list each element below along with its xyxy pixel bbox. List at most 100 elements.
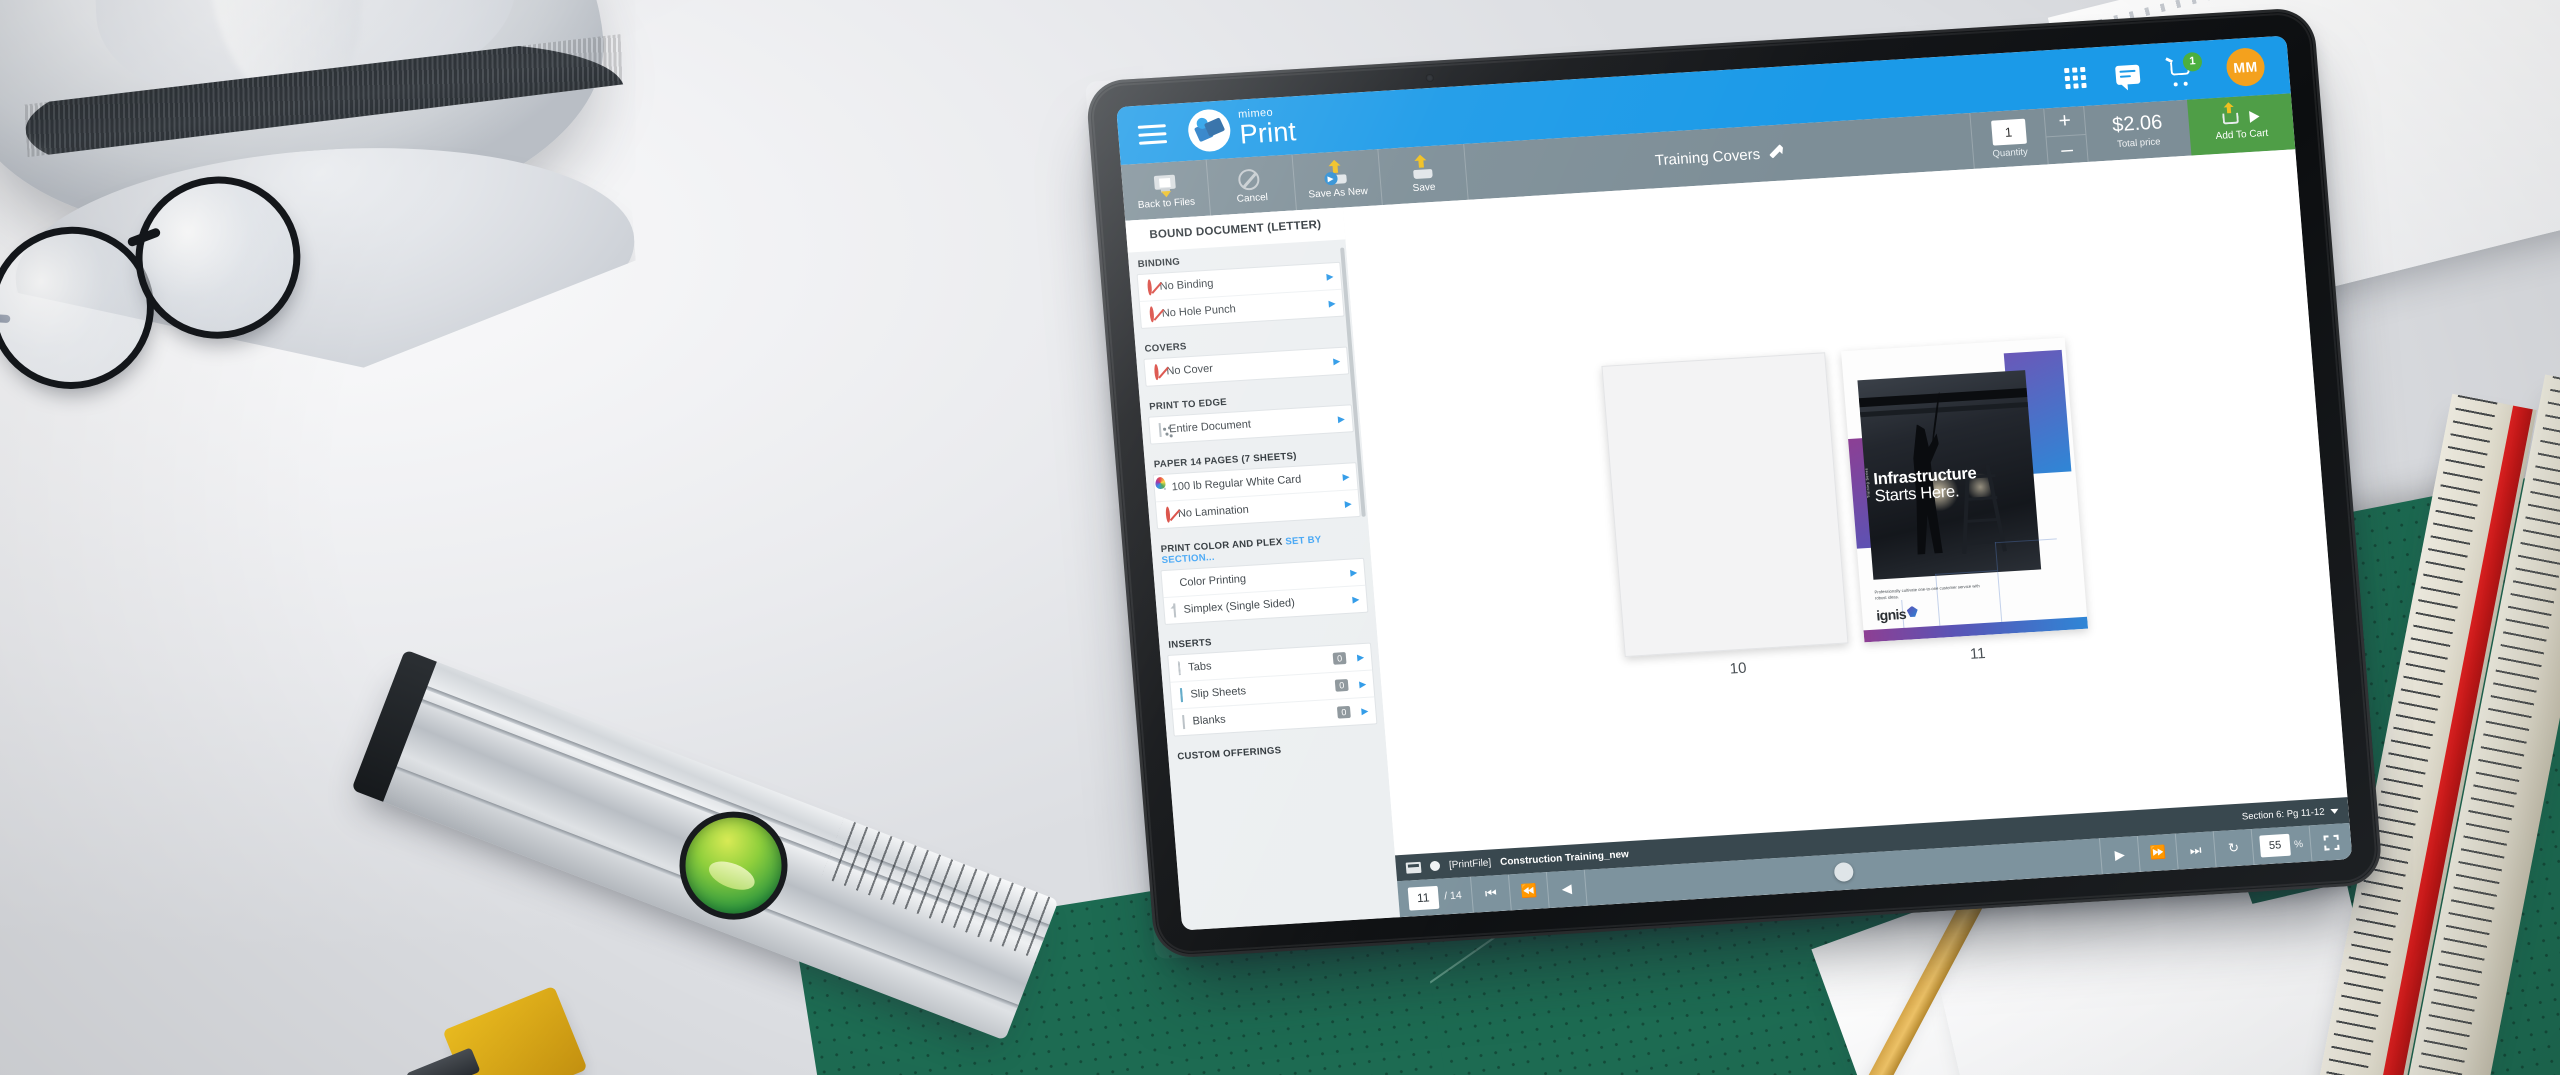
user-avatar[interactable]: MM [2225, 47, 2267, 88]
quantity-increment-button[interactable]: + [2044, 106, 2086, 137]
chevron-right-icon[interactable]: ▶ [1350, 567, 1358, 578]
blanks-icon [1182, 715, 1186, 730]
add-to-cart-icon [2221, 106, 2261, 127]
brand-logo[interactable]: mimeo Print [1186, 104, 1298, 153]
group-label: PRINT TO EDGE [1148, 396, 1228, 413]
rewind-button[interactable]: ⏪ [1508, 872, 1550, 911]
section-selector[interactable]: Section 6: Pg 11-12 [2241, 805, 2339, 823]
blank-page [1601, 351, 1849, 657]
back-to-files-icon [1152, 174, 1179, 198]
option-count: 0 [1336, 705, 1351, 719]
cover-logo-text: ignis [1875, 605, 1907, 624]
option-label: No Cover [1165, 362, 1214, 378]
chat-icon[interactable] [2115, 64, 2141, 85]
previous-page-button[interactable]: ◀ [1546, 869, 1588, 909]
group-label: COVERS [1144, 341, 1188, 355]
option-label: Tabs [1187, 660, 1212, 674]
back-to-files-label: Back to Files [1137, 196, 1196, 211]
apps-grid-icon[interactable] [2064, 66, 2087, 89]
no-hole-punch-icon [1149, 306, 1155, 323]
option-label: Simplex (Single Sided) [1183, 597, 1296, 616]
back-to-files-button[interactable]: Back to Files [1120, 159, 1212, 221]
total-price-label: Total price [2116, 136, 2161, 151]
quantity-field[interactable]: 1 Quantity [1969, 108, 2048, 169]
page-number-right: 11 [1969, 644, 1987, 663]
chevron-right-icon[interactable]: ▶ [1352, 594, 1360, 605]
document-preview: 10 Training Series Infrastructure Starts… [1342, 149, 2353, 918]
sidebar-group-title: CUSTOM OFFERINGS [1167, 732, 1386, 767]
refresh-button[interactable]: ↻ [2213, 829, 2255, 868]
cover-headline: Infrastructure Starts Here. [1873, 464, 1979, 506]
option-label: No Hole Punch [1161, 303, 1237, 320]
chevron-right-icon[interactable]: ▶ [1357, 651, 1365, 662]
chevron-right-icon[interactable]: ▶ [1326, 271, 1334, 282]
option-label: Entire Document [1168, 418, 1252, 436]
page-number-left: 10 [1729, 659, 1748, 678]
document-title-text: Training Covers [1654, 145, 1761, 169]
cancel-button[interactable]: Cancel [1206, 154, 1297, 216]
save-icon [1409, 158, 1436, 181]
total-price: $2.06 Total price [2083, 99, 2192, 162]
no-lamination-icon [1165, 506, 1171, 523]
group-label: CUSTOM OFFERINGS [1176, 745, 1282, 763]
save-as-new-button[interactable]: Save As New [1292, 149, 1383, 211]
quantity-decrement-button[interactable]: – [2046, 135, 2087, 165]
option-label: Color Printing [1179, 573, 1247, 590]
header-icon-group: 1 MM [2063, 47, 2270, 97]
cancel-icon [1237, 168, 1265, 191]
next-page-button[interactable]: ▶ [2099, 835, 2141, 875]
cover-logo: ignis [1876, 605, 1907, 623]
zoom-input[interactable]: 55 [2259, 833, 2291, 858]
group-label: BINDING [1137, 256, 1181, 271]
option-label: Blanks [1192, 713, 1227, 728]
chevron-right-icon[interactable]: ▶ [1344, 498, 1352, 509]
brand-name-large: Print [1238, 115, 1298, 150]
fit-screen-icon [2322, 834, 2340, 851]
cancel-label: Cancel [1236, 192, 1269, 205]
option-label: No Lamination [1177, 503, 1250, 521]
sidebar-option-card: Color Printing ▶ Simplex (Single Sided) ▶ [1160, 557, 1369, 626]
stack-icon[interactable] [1405, 861, 1422, 874]
simplex-icon [1173, 603, 1177, 618]
current-page-input[interactable]: 11 [1407, 885, 1440, 911]
option-label: No Binding [1159, 277, 1214, 293]
chevron-right-icon[interactable]: ▶ [1342, 471, 1350, 482]
preview-page-right[interactable]: Training Series Infrastructure Starts He… [1840, 337, 2090, 669]
save-label: Save [1412, 181, 1436, 195]
page-number-field[interactable]: 11 / 14 [1397, 876, 1474, 918]
app-body: BOUND DOCUMENT (LETTER) BINDING No Bindin… [1125, 149, 2353, 931]
slider-handle[interactable] [1833, 861, 1854, 883]
zoom-unit-label: % [2293, 838, 2304, 850]
sidebar-option-card: 100 lb Regular White Card ▶ No Lamination ▶ [1152, 462, 1361, 530]
entire-document-icon [1158, 422, 1173, 438]
chevron-right-icon[interactable]: ▶ [1337, 413, 1345, 424]
pencil-icon[interactable] [1769, 146, 1784, 161]
cart-icon[interactable]: 1 [2169, 51, 2203, 87]
chevron-right-icon[interactable]: ▶ [1359, 678, 1367, 689]
tablet-device: mimeo Print 1 MM Back to Files Cancel Sa… [1085, 6, 2384, 960]
no-cover-icon [1153, 364, 1160, 381]
preview-page-left[interactable]: 10 [1601, 351, 1850, 684]
chevron-right-icon[interactable]: ▶ [1361, 705, 1369, 716]
chevron-right-icon[interactable]: ▶ [1328, 298, 1336, 309]
chevron-down-icon [2330, 808, 2339, 814]
quantity-value[interactable]: 1 [1990, 118, 2027, 146]
total-pages-label: / 14 [1443, 889, 1463, 903]
section-label: Section 6: Pg 11-12 [2241, 806, 2325, 823]
add-to-cart-label: Add To Cart [2215, 127, 2269, 143]
save-button[interactable]: Save [1378, 143, 1469, 206]
cart-badge: 1 [2182, 51, 2203, 72]
fit-to-screen-button[interactable] [2310, 823, 2353, 861]
zoom-field[interactable]: 55 % [2251, 825, 2313, 865]
slip-sheets-icon [1179, 688, 1184, 703]
quantity-stepper: + – [2043, 106, 2088, 165]
group-label: PRINT COLOR AND PLEX [1160, 536, 1283, 556]
tablet-screen: mimeo Print 1 MM Back to Files Cancel Sa… [1116, 35, 2353, 931]
add-to-cart-button[interactable]: Add To Cart [2186, 93, 2296, 156]
first-page-button[interactable]: ⏮ [1470, 874, 1512, 913]
status-dot-icon [1429, 860, 1441, 872]
fast-forward-button[interactable]: ⏩ [2137, 833, 2179, 872]
hamburger-icon[interactable] [1137, 119, 1168, 150]
chevron-right-icon[interactable]: ▶ [1333, 355, 1341, 366]
last-page-button[interactable]: ⏭ [2175, 831, 2217, 870]
